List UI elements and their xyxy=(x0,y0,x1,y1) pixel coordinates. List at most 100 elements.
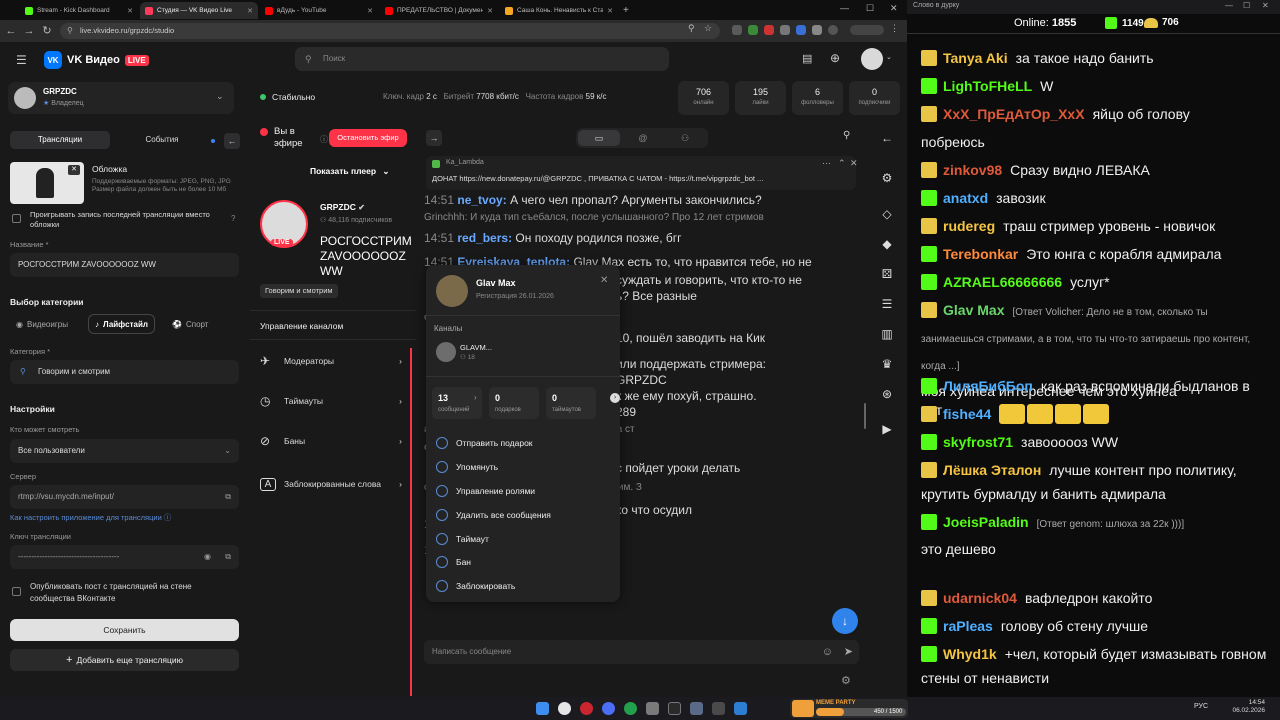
trophy-icon[interactable]: ♛ xyxy=(879,356,895,372)
discord-icon[interactable] xyxy=(602,702,615,715)
kick-username[interactable]: AZRAEL66666666 xyxy=(943,274,1062,290)
kick-username[interactable]: LighToFHeLL xyxy=(943,78,1032,94)
extension-icon[interactable] xyxy=(732,25,742,35)
kick-username[interactable]: Terebonkar xyxy=(943,246,1018,262)
stream-key-field[interactable]: -------------------------------------- ◉… xyxy=(10,545,239,569)
app-icon[interactable] xyxy=(734,702,747,715)
chevron-down-icon[interactable]: ⌄ xyxy=(886,53,892,61)
hamburger-menu-icon[interactable]: ☰ xyxy=(16,53,27,67)
extension-icon[interactable] xyxy=(748,25,758,35)
app-icon[interactable] xyxy=(690,702,703,715)
chat-tab-users-icon[interactable]: ⚇ xyxy=(664,130,706,146)
bans-menu-item[interactable]: ⊘ Баны › xyxy=(250,421,410,461)
maximize-icon[interactable]: ☐ xyxy=(866,3,874,14)
chart-icon[interactable]: ▥ xyxy=(879,326,895,342)
keyboard-language[interactable]: РУС xyxy=(1194,703,1208,710)
close-tab-icon[interactable]: ✕ xyxy=(607,7,613,15)
cover-remove-icon[interactable]: ✕ xyxy=(68,165,80,175)
tab-sasha-kon[interactable]: Саша Конь. Ненависть к Стас ✕ xyxy=(500,2,618,19)
kick-username[interactable]: zinkov98 xyxy=(943,162,1002,178)
kick-username[interactable]: Лёшка Эталон xyxy=(943,462,1041,478)
category-sport[interactable]: ⚽ Спорт xyxy=(172,315,208,333)
tab-broadcasts[interactable]: Трансляции xyxy=(10,131,110,149)
send-gift-action[interactable]: Отправить подарок xyxy=(436,433,533,453)
gem-icon[interactable]: ◆ xyxy=(879,236,895,252)
tab-events[interactable]: События xyxy=(112,131,212,149)
maximize-icon[interactable]: ☐ xyxy=(1243,1,1250,10)
expand-arrow-icon[interactable]: → xyxy=(426,130,442,146)
minimize-icon[interactable]: — xyxy=(840,3,849,13)
dice-icon[interactable]: ⚄ xyxy=(879,266,895,282)
start-icon[interactable] xyxy=(536,702,549,715)
forward-arrow-icon[interactable]: → xyxy=(22,24,36,38)
scroll-down-button[interactable]: ↓ xyxy=(832,608,858,634)
close-icon[interactable]: ✕ xyxy=(850,158,858,169)
chat-settings-gear-icon[interactable]: ⚙ xyxy=(841,674,851,687)
diamond-icon[interactable]: ◇ xyxy=(879,206,895,222)
replay-checkbox[interactable] xyxy=(12,214,21,223)
copy-icon[interactable]: ⧉ xyxy=(225,485,231,509)
category-games[interactable]: ◉ Видеоигры xyxy=(16,315,68,333)
stop-stream-button[interactable]: Остановить эфир xyxy=(329,129,407,147)
chat-tab-messages[interactable]: ▭ xyxy=(578,130,620,146)
pin-icon[interactable]: ⚲ xyxy=(843,130,850,141)
target-icon[interactable]: ⊛ xyxy=(879,386,895,402)
search-icon[interactable]: ⚲ xyxy=(688,23,695,34)
publish-post-checkbox[interactable] xyxy=(12,587,21,596)
close-popup-icon[interactable]: ✕ xyxy=(600,275,608,286)
timeouts-menu-item[interactable]: ◷ Таймауты › xyxy=(250,381,410,421)
emoji-icon[interactable]: ☺ xyxy=(822,640,833,664)
kick-username[interactable]: rudereg xyxy=(943,218,995,234)
more-menu-icon[interactable]: ⋮ xyxy=(890,23,899,34)
channel-switcher[interactable]: GRPZDC ★ Владелец ⌄ xyxy=(8,82,234,114)
who-can-watch-select[interactable]: Все пользователи ⌄ xyxy=(10,439,239,463)
close-tab-icon[interactable]: ✕ xyxy=(247,7,253,15)
search-input[interactable]: ⚲ Поиск xyxy=(295,47,669,71)
help-icon[interactable]: ? xyxy=(231,214,235,223)
chevron-right-icon[interactable]: › xyxy=(474,393,477,402)
spotify-icon[interactable] xyxy=(624,702,637,715)
kick-username[interactable]: Whyd1k xyxy=(943,646,997,662)
user-channel-name[interactable]: GLAVM... xyxy=(460,343,492,352)
update-chrome-button[interactable] xyxy=(850,25,884,35)
bookmark-star-icon[interactable]: ☆ xyxy=(704,23,712,34)
server-url-field[interactable]: rtmp://vsu.mycdn.me/input/ ⧉ xyxy=(10,485,239,509)
chevron-right-icon[interactable]: › xyxy=(610,393,620,403)
collapse-icon[interactable]: ⌃ xyxy=(838,158,846,169)
messages-icon[interactable]: ▤ xyxy=(802,52,812,65)
ban-action[interactable]: Бан xyxy=(436,552,471,572)
collapse-panel-arrow-icon[interactable]: ← xyxy=(224,133,240,149)
moderators-menu-item[interactable]: ✈ Модераторы › xyxy=(250,341,410,381)
mention-action[interactable]: Упомянуть xyxy=(436,457,498,477)
add-icon[interactable]: ⊕ xyxy=(830,51,840,65)
kick-username[interactable]: Glav Max xyxy=(943,302,1004,318)
stream-title-input[interactable]: РОСГОССТРИМ ZAVOOOOOOZ WW xyxy=(10,253,239,277)
close-tab-icon[interactable]: ✕ xyxy=(487,7,493,15)
message-author[interactable]: ne_tvoy: xyxy=(457,193,506,207)
list-icon[interactable]: ☰ xyxy=(879,296,895,312)
obs-icon[interactable] xyxy=(580,702,593,715)
chat-scrollbar[interactable] xyxy=(864,403,866,429)
send-icon[interactable]: ➤ xyxy=(844,640,853,664)
steam-icon[interactable] xyxy=(646,702,659,715)
close-window-icon[interactable]: ✕ xyxy=(890,3,898,14)
message-author[interactable]: red_bers: xyxy=(457,231,512,245)
blocked-words-menu-item[interactable]: A Заблокированные слова › xyxy=(250,464,410,504)
minimize-icon[interactable]: — xyxy=(1225,1,1233,10)
category-select[interactable]: ⚲ Говорим и смотрим xyxy=(10,360,239,384)
block-action[interactable]: Заблокировать xyxy=(436,576,515,596)
eye-icon[interactable]: ◉ xyxy=(204,545,211,569)
chrome-icon[interactable] xyxy=(558,702,571,715)
kick-username[interactable]: JoeisPaladin xyxy=(943,514,1029,530)
user-avatar[interactable] xyxy=(436,275,468,307)
close-tab-icon[interactable]: ✕ xyxy=(127,7,133,15)
new-tab-plus-icon[interactable]: + xyxy=(618,2,632,19)
show-player-button[interactable]: Показать плеер ⌄ xyxy=(310,166,390,177)
kick-username[interactable]: fishe44 xyxy=(943,406,991,422)
tab-youtube-documentary[interactable]: ПРЕДАТЕЛЬСТВО | Документал✕ xyxy=(380,2,498,19)
meme-party-widget[interactable]: MEME PARTY 450 / 1500 xyxy=(790,699,908,718)
profile-icon[interactable] xyxy=(828,25,838,35)
info-icon[interactable]: ⓘ xyxy=(320,134,328,145)
kick-username[interactable]: Tanya Aki xyxy=(943,50,1008,66)
cover-image[interactable]: ✕ xyxy=(10,162,84,204)
